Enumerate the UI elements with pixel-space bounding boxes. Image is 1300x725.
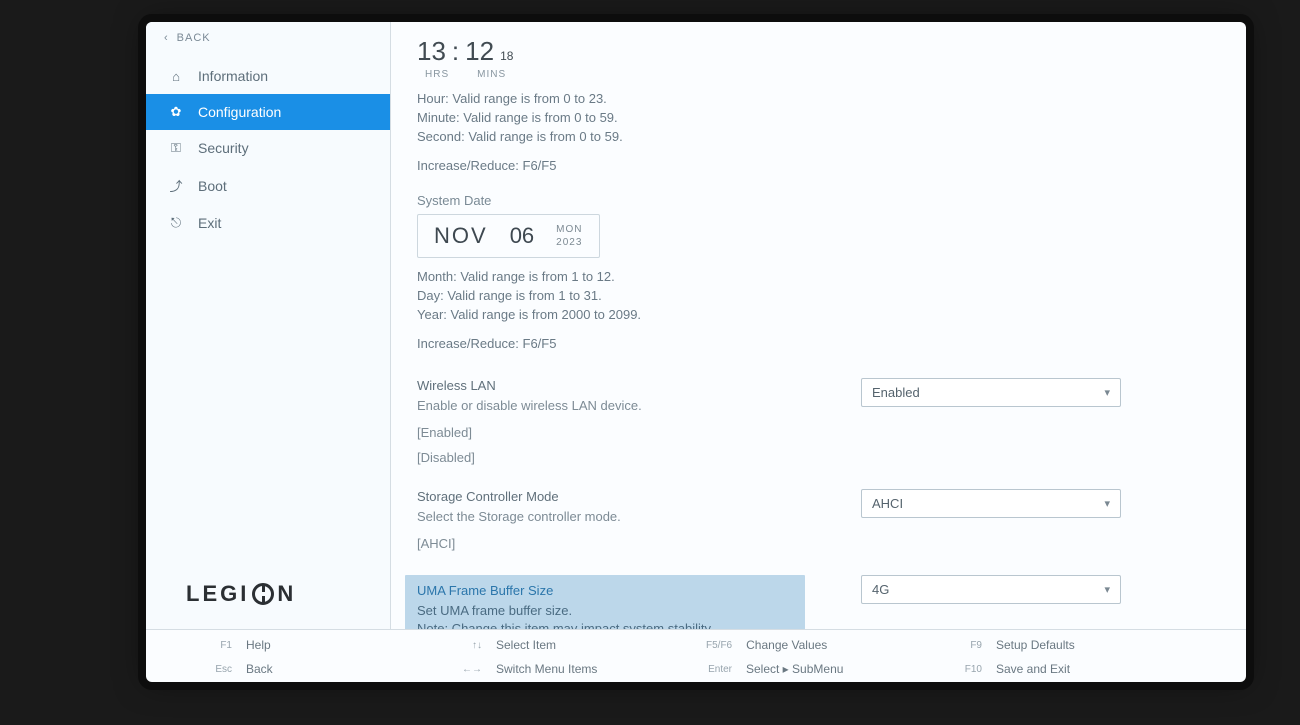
chevron-down-icon: ▾ bbox=[1104, 583, 1110, 596]
hotkey-back: Esc Back bbox=[206, 662, 456, 676]
wireless-title: Wireless LAN bbox=[417, 378, 837, 393]
hotkey-select-item: ↑↓ Select Item bbox=[456, 638, 706, 652]
hotkey-label: Back bbox=[246, 662, 273, 676]
time-sep: : bbox=[452, 36, 459, 67]
storage-opt-ahci: [AHCI] bbox=[417, 536, 837, 551]
sidebar-item-information[interactable]: ⌂ Information bbox=[146, 58, 390, 94]
hotkey-label: Change Values bbox=[746, 638, 827, 652]
storage-title: Storage Controller Mode bbox=[417, 489, 837, 504]
sidebar-item-label: Information bbox=[198, 68, 268, 84]
sidebar-item-configuration[interactable]: ✿ Configuration bbox=[146, 94, 390, 130]
date-month: NOV bbox=[434, 223, 488, 249]
hrs-label: HRS bbox=[425, 69, 449, 80]
hotkey-label: Help bbox=[246, 638, 271, 652]
time-hours: 13 bbox=[417, 36, 446, 67]
wireless-desc: Enable or disable wireless LAN device. bbox=[417, 397, 837, 415]
hotkey-select-submenu: Enter Select ▸ SubMenu bbox=[706, 662, 956, 676]
hotkey-key: F1 bbox=[206, 640, 232, 651]
uma-highlight: UMA Frame Buffer Size Set UMA frame buff… bbox=[405, 575, 805, 629]
back-button[interactable]: ‹ BACK bbox=[146, 22, 390, 54]
date-help-1: Month: Valid range is from 1 to 12. bbox=[417, 268, 1220, 287]
system-time[interactable]: 13 : 12 18 bbox=[417, 36, 1220, 67]
wireless-select[interactable]: Enabled ▾ bbox=[861, 378, 1121, 407]
hotkey-key: F10 bbox=[956, 664, 982, 675]
setting-storage-mode: Storage Controller Mode Select the Stora… bbox=[417, 489, 1220, 551]
hotkey-label: Setup Defaults bbox=[996, 638, 1075, 652]
sidebar-item-label: Boot bbox=[198, 178, 227, 194]
hotkey-change-values: F5/F6 Change Values bbox=[706, 638, 956, 652]
date-dow: MON bbox=[556, 223, 582, 236]
boot-icon: ⤴ bbox=[168, 176, 184, 195]
system-date-label: System Date bbox=[417, 193, 1220, 208]
footer-hotkeys: F1 Help ↑↓ Select Item F5/F6 Change Valu… bbox=[146, 629, 1246, 682]
sidebar-item-security[interactable]: ⚿ Security bbox=[146, 130, 390, 166]
time-help-1: Hour: Valid range is from 0 to 23. bbox=[417, 90, 1220, 109]
hotkey-key: F9 bbox=[956, 640, 982, 651]
uma-value: 4G bbox=[872, 582, 889, 597]
nav: ⌂ Information ✿ Configuration ⚿ Security… bbox=[146, 58, 390, 581]
hotkey-label: Select ▸ SubMenu bbox=[746, 662, 843, 676]
mins-label: MINS bbox=[477, 69, 506, 80]
chevron-left-icon: ‹ bbox=[164, 32, 169, 44]
back-label: BACK bbox=[177, 32, 211, 44]
system-date[interactable]: NOV 06 MON 2023 bbox=[417, 214, 600, 258]
wireless-opt-enabled: [Enabled] bbox=[417, 425, 837, 440]
date-day: 06 bbox=[510, 223, 534, 249]
hotkey-label: Save and Exit bbox=[996, 662, 1070, 676]
uma-desc: Set UMA frame buffer size. Note: Change … bbox=[417, 602, 793, 629]
time-help-2: Minute: Valid range is from 0 to 59. bbox=[417, 109, 1220, 128]
uma-title: UMA Frame Buffer Size bbox=[417, 583, 793, 598]
setting-uma-frame-buffer: UMA Frame Buffer Size Set UMA frame buff… bbox=[417, 575, 1220, 629]
date-increase-reduce: Increase/Reduce: F6/F5 bbox=[417, 335, 1220, 354]
hotkey-key: ↑↓ bbox=[456, 640, 482, 651]
hotkey-setup-defaults: F9 Setup Defaults bbox=[956, 638, 1206, 652]
date-year: 2023 bbox=[556, 236, 582, 249]
home-icon: ⌂ bbox=[168, 69, 184, 84]
hotkey-key: Esc bbox=[206, 664, 232, 675]
hotkey-label: Switch Menu Items bbox=[496, 662, 597, 676]
hotkey-label: Select Item bbox=[496, 638, 556, 652]
time-help-3: Second: Valid range is from 0 to 59. bbox=[417, 128, 1220, 147]
brand-o-icon bbox=[252, 583, 274, 605]
storage-select[interactable]: AHCI ▾ bbox=[861, 489, 1121, 518]
time-increase-reduce: Increase/Reduce: F6/F5 bbox=[417, 157, 1220, 176]
lock-icon: ⚿ bbox=[168, 140, 184, 156]
gear-icon: ✿ bbox=[168, 104, 184, 120]
device-frame: ‹ BACK ⌂ Information ✿ Configuration ⚿ S… bbox=[0, 0, 1300, 725]
setting-wireless-lan: Wireless LAN Enable or disable wireless … bbox=[417, 378, 1220, 465]
wireless-opt-disabled: [Disabled] bbox=[417, 450, 837, 465]
hotkey-help: F1 Help bbox=[206, 638, 456, 652]
wireless-value: Enabled bbox=[872, 385, 920, 400]
hotkey-switch-menu: ←→ Switch Menu Items bbox=[456, 662, 706, 676]
hotkey-key: F5/F6 bbox=[706, 640, 732, 651]
storage-value: AHCI bbox=[872, 496, 903, 511]
chevron-down-icon: ▾ bbox=[1104, 497, 1110, 510]
uma-select[interactable]: 4G ▾ bbox=[861, 575, 1121, 604]
hotkey-key: ←→ bbox=[456, 664, 482, 675]
brand-logo: LEGIN bbox=[146, 581, 390, 629]
hotkey-save-exit: F10 Save and Exit bbox=[956, 662, 1206, 676]
sidebar-item-exit[interactable]: ⎋ Exit bbox=[146, 205, 390, 241]
date-help-2: Day: Valid range is from 1 to 31. bbox=[417, 287, 1220, 306]
sidebar-item-boot[interactable]: ⤴ Boot bbox=[146, 166, 390, 205]
storage-desc: Select the Storage controller mode. bbox=[417, 508, 837, 526]
main-area: ‹ BACK ⌂ Information ✿ Configuration ⚿ S… bbox=[146, 22, 1246, 629]
sidebar-item-label: Configuration bbox=[198, 104, 281, 120]
chevron-down-icon: ▾ bbox=[1104, 386, 1110, 399]
date-help-3: Year: Valid range is from 2000 to 2099. bbox=[417, 306, 1220, 325]
content-pane[interactable]: 13 : 12 18 HRS MINS Hour: Valid range is… bbox=[391, 22, 1246, 629]
time-seconds: 18 bbox=[500, 49, 513, 63]
time-minutes: 12 bbox=[465, 36, 494, 67]
exit-icon: ⎋ bbox=[168, 215, 184, 231]
sidebar-item-label: Exit bbox=[198, 215, 221, 231]
bios-screen: ‹ BACK ⌂ Information ✿ Configuration ⚿ S… bbox=[146, 22, 1246, 682]
sidebar-item-label: Security bbox=[198, 140, 249, 156]
sidebar: ‹ BACK ⌂ Information ✿ Configuration ⚿ S… bbox=[146, 22, 391, 629]
hotkey-key: Enter bbox=[706, 664, 732, 675]
